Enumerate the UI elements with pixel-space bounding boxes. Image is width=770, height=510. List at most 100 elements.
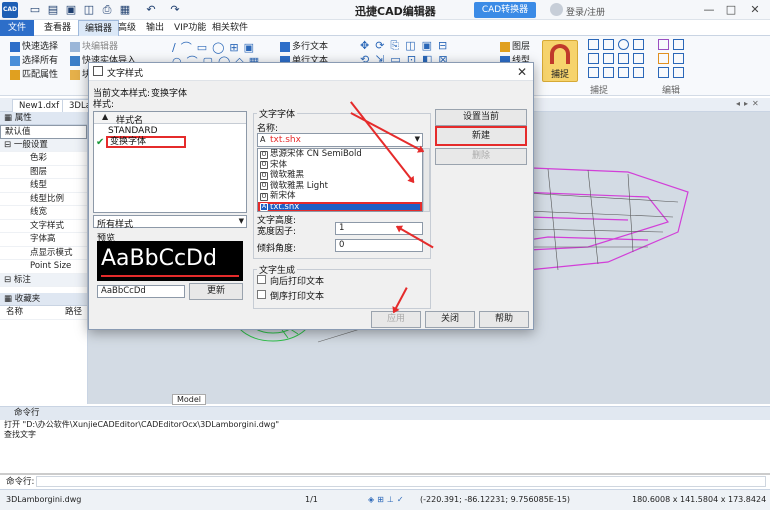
oblique-input[interactable]: 0 — [335, 239, 423, 252]
prop-row-color[interactable]: 色彩 — [0, 152, 87, 166]
font-name-select[interactable]: A txt.shx ▼ — [257, 133, 423, 147]
snap-icons-row-3[interactable] — [586, 67, 646, 81]
font-option-yahei[interactable]: O 微软雅黑 — [258, 170, 422, 181]
mtext-icon — [280, 41, 290, 52]
snap-intersection-icon[interactable] — [603, 53, 614, 64]
font-option-yahei-light[interactable]: O 微软雅黑 Light — [258, 181, 422, 192]
preview-input[interactable]: AaBbCcDd — [97, 285, 185, 298]
font-option-xinsongti[interactable]: O 新宋体 — [258, 191, 422, 202]
general-section[interactable]: ⊟ 一般设置 — [0, 138, 87, 152]
edit-redo-icon[interactable] — [673, 67, 684, 78]
cad-converter-button[interactable]: CAD转换器 — [474, 2, 536, 18]
font-option-txt-shx[interactable]: Atxt.shx — [258, 201, 422, 211]
new-style-button[interactable]: 新建 — [435, 126, 527, 146]
delete-style-button[interactable]: 删除 — [435, 148, 527, 165]
font-option-label: 宋体 — [270, 159, 288, 170]
edit-cut-icon[interactable] — [658, 53, 669, 64]
edit-icons-row-2[interactable] — [656, 53, 686, 67]
tab-scroll-controls[interactable]: ◂▸✕ — [736, 99, 763, 108]
status-snap-icons[interactable]: ◈⊞⊥✓ — [368, 490, 407, 510]
snap-nearest-icon[interactable] — [618, 67, 629, 78]
prop-row-layer[interactable]: 图层 — [0, 166, 87, 179]
dimension-section[interactable]: ⊟ 标注 — [0, 273, 87, 287]
edit-paste-icon[interactable] — [673, 39, 684, 50]
close-icon[interactable]: ✕ — [746, 2, 764, 18]
model-tab[interactable]: Model — [172, 394, 207, 405]
edit-icons-row-1[interactable] — [656, 39, 686, 53]
snap-node-icon[interactable] — [633, 39, 644, 50]
save-icon[interactable]: ▣ — [64, 3, 78, 17]
user-icon[interactable] — [550, 3, 563, 16]
snap-center-icon[interactable] — [618, 39, 629, 50]
title-bar: CAD ▭ ▤ ▣ ◫ ⎙ ▦ ↶ ↷ 迅捷CAD编辑器 CAD转换器 登录/注… — [0, 0, 770, 20]
close-button[interactable]: 关闭 — [425, 311, 475, 328]
snap-midpoint-icon[interactable] — [603, 39, 614, 50]
prop-row-text-style[interactable]: 文字样式 — [0, 220, 87, 233]
edit-copy-icon[interactable] — [658, 39, 669, 50]
layer-button[interactable]: 图层 — [500, 39, 530, 52]
properties-icon: ▦ — [4, 113, 15, 123]
redo-icon[interactable]: ↷ — [168, 3, 182, 17]
select-all-button[interactable]: 选择所有 — [10, 53, 58, 66]
styles-label: 样式: — [93, 100, 115, 110]
preview-area: AaBbCcDd — [97, 241, 243, 281]
font-dropdown-list[interactable]: O 思源宋体 CN SemiBold O 宋体 O 微软雅黑 O 微软雅黑 Light … — [257, 148, 423, 212]
snap-quadrant-icon[interactable] — [588, 53, 599, 64]
snap-tangent-icon[interactable] — [603, 67, 614, 78]
edit-delete-icon[interactable] — [673, 53, 684, 64]
export-icon[interactable]: ▦ — [118, 3, 132, 17]
minimize-icon[interactable]: — — [700, 2, 718, 18]
styles-list[interactable]: ▲ 样式名 STANDARD ✔ 变换字体 — [93, 111, 247, 213]
tab-file[interactable]: 文件 — [0, 20, 34, 36]
styles-list-header: ▲ 样式名 — [94, 112, 246, 126]
style-item-transform-font[interactable]: 变换字体 — [106, 136, 186, 148]
snap-perpendicular-icon[interactable] — [588, 67, 599, 78]
quick-select-button[interactable]: 快速选择 — [10, 39, 58, 52]
upside-down-label: 倒序打印文本 — [270, 292, 325, 302]
edit-undo-icon[interactable] — [658, 67, 669, 78]
file-tab-new1[interactable]: New1.dxf — [12, 99, 67, 112]
tab-output[interactable]: 输出 — [140, 20, 170, 36]
tab-related[interactable]: 相关软件 — [206, 20, 254, 36]
snap-icons-row-2[interactable] — [586, 53, 646, 67]
dialog-close-icon[interactable]: ✕ — [513, 64, 531, 80]
modify-tools-row-1[interactable]: ✥⟳⎘◫▣⊟ — [360, 39, 453, 53]
set-current-button[interactable]: 设置当前 — [435, 109, 527, 126]
prop-row-point-size[interactable]: Point Size — [0, 260, 87, 274]
prop-row-lineweight[interactable]: 线宽 — [0, 206, 87, 220]
prop-row-point-mode[interactable]: 点显示模式 — [0, 247, 87, 260]
snap-endpoint-icon[interactable] — [588, 39, 599, 50]
open-folder-icon[interactable]: ▤ — [46, 3, 60, 17]
app-title: 迅捷CAD编辑器 — [355, 5, 436, 18]
properties-default-select[interactable]: 默认值 — [0, 125, 87, 139]
tab-viewer[interactable]: 查看器 — [38, 20, 77, 36]
prop-row-linetype-scale[interactable]: 线型比例 — [0, 193, 87, 206]
style-item-standard[interactable]: STANDARD — [108, 126, 158, 136]
font-option-siyuan[interactable]: O 思源宋体 CN SemiBold — [258, 149, 422, 160]
snap-extension-icon[interactable] — [618, 53, 629, 64]
snap-parallel-icon[interactable] — [633, 67, 644, 78]
undo-icon[interactable]: ↶ — [144, 3, 158, 17]
tab-advanced[interactable]: 高级 — [112, 20, 142, 36]
snap-insertion-icon[interactable] — [633, 53, 644, 64]
prop-row-linetype[interactable]: 线型 — [0, 179, 87, 193]
snap-icons-row-1[interactable] — [586, 39, 646, 53]
edit-icons-row-3[interactable] — [656, 67, 686, 81]
mtext-button[interactable]: 多行文本 — [280, 39, 328, 52]
font-name-value: txt.shx — [270, 135, 301, 145]
command-input[interactable] — [36, 476, 766, 487]
match-props-button[interactable]: 匹配属性 — [10, 67, 58, 80]
maximize-icon[interactable]: □ — [722, 2, 740, 18]
prop-row-font-height[interactable]: 字体高 — [0, 233, 87, 247]
print-icon[interactable]: ⎙ — [100, 3, 114, 17]
font-list-scrollbar[interactable] — [423, 148, 430, 212]
login-link[interactable]: 登录/注册 — [566, 5, 605, 18]
backward-checkbox[interactable] — [257, 275, 266, 284]
save-as-icon[interactable]: ◫ — [82, 3, 96, 17]
help-button[interactable]: 帮助 — [479, 311, 529, 328]
block-editor-button[interactable]: 块编辑器 — [70, 39, 118, 52]
new-file-icon[interactable]: ▭ — [28, 3, 42, 17]
refresh-button[interactable]: 更新 — [189, 283, 243, 300]
style-filter-select[interactable]: 所有样式 ▼ — [93, 215, 247, 230]
upside-down-checkbox[interactable] — [257, 290, 266, 299]
